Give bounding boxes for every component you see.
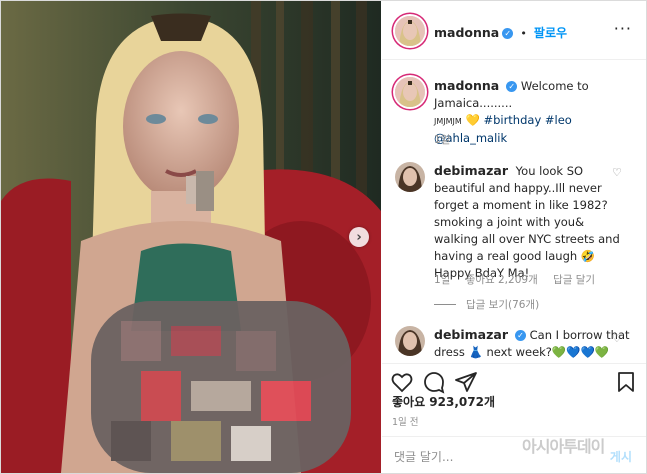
comment-text: debimazar ✓ Can I borrow that dress 👗 nex… bbox=[434, 326, 634, 361]
share-icon[interactable] bbox=[454, 370, 478, 394]
view-replies-label: 답글 보기(76개) bbox=[466, 299, 540, 311]
caption-line-2: JMJMJM bbox=[434, 117, 462, 126]
reply-button[interactable]: 답글 달기 bbox=[553, 274, 595, 286]
comment-line: beautiful and happy..Ill never bbox=[434, 181, 602, 195]
comment-line: smoking a joint with you& bbox=[434, 215, 585, 229]
comment-line: having a real good laugh 🤣 bbox=[434, 249, 596, 263]
comment-time: 1일 bbox=[434, 274, 451, 286]
author-avatar[interactable] bbox=[395, 16, 425, 46]
commenter-avatar[interactable] bbox=[395, 326, 425, 356]
follow-button[interactable]: 팔로우 bbox=[534, 26, 567, 40]
caption-time: 1일 bbox=[434, 134, 451, 146]
avatar-image bbox=[395, 326, 425, 356]
comments-list: madonna ✓ Welcome to Jamaica......... JMJ… bbox=[382, 60, 646, 362]
comment-input[interactable]: 댓글 달기... bbox=[394, 448, 453, 465]
post-time: 1일 전 bbox=[392, 417, 419, 428]
comment-username[interactable]: debimazar bbox=[434, 327, 508, 342]
more-options-icon[interactable]: ··· bbox=[614, 19, 632, 38]
verified-icon: ✓ bbox=[506, 81, 518, 92]
caption-avatar[interactable] bbox=[395, 77, 425, 107]
author-username[interactable]: madonna bbox=[434, 25, 499, 40]
avatar-image bbox=[395, 16, 425, 46]
like-comment-icon[interactable]: ♡ bbox=[612, 166, 622, 179]
comment-line: walking all over NYC streets and bbox=[434, 232, 620, 246]
comment-line: You look SO bbox=[515, 164, 584, 178]
next-image-button[interactable]: › bbox=[349, 227, 369, 247]
comment-likes[interactable]: 좋아요 2,209개 bbox=[466, 274, 538, 286]
replies-divider bbox=[434, 304, 456, 305]
comment-text: debimazar You look SO beautiful and happ… bbox=[434, 162, 634, 282]
save-icon[interactable] bbox=[614, 370, 638, 394]
heart-emoji: 💛 bbox=[465, 113, 480, 127]
caption-username[interactable]: madonna bbox=[434, 78, 499, 93]
comment-icon[interactable] bbox=[422, 370, 446, 394]
post-comment-button[interactable]: 게시 bbox=[610, 448, 632, 465]
post-photo[interactable]: › bbox=[1, 1, 381, 473]
verified-icon: ✓ bbox=[502, 28, 514, 39]
view-replies-button[interactable]: 답글 보기(76개) bbox=[434, 297, 539, 312]
verified-icon: ✓ bbox=[515, 330, 526, 341]
watermark-text: 아시아투데이 bbox=[522, 437, 605, 456]
comment-meta: 1일 좋아요 2,209개 답글 달기 bbox=[434, 272, 607, 287]
avatar-image bbox=[395, 77, 425, 107]
commenter-avatar[interactable] bbox=[395, 162, 425, 192]
like-icon[interactable] bbox=[390, 370, 414, 394]
caption-text: madonna ✓ Welcome to Jamaica......... JMJ… bbox=[434, 77, 639, 147]
comment-line: dress 👗 next week?💚💙💙💚 bbox=[434, 345, 610, 359]
avatar-image bbox=[395, 162, 425, 192]
instagram-post-window: › madonna ✓ • 팔로우 ··· madonna ✓ Welcome to… bbox=[0, 0, 647, 474]
add-comment-bar: 댓글 달기... 게시 bbox=[382, 436, 646, 474]
separator-dot: • bbox=[520, 27, 527, 40]
like-count[interactable]: 좋아요 923,072개 bbox=[392, 393, 495, 410]
comment-username[interactable]: debimazar bbox=[434, 163, 508, 178]
caption-hashtags[interactable]: #birthday #leo bbox=[483, 113, 571, 127]
like-comment-icon[interactable]: ♡ bbox=[612, 332, 622, 345]
comment-line: forget a moment in like 1982? bbox=[434, 198, 608, 212]
post-header: madonna ✓ • 팔로우 ··· bbox=[382, 1, 646, 60]
post-sidebar: madonna ✓ • 팔로우 ··· madonna ✓ Welcome to J… bbox=[382, 1, 646, 473]
post-image bbox=[1, 1, 381, 473]
